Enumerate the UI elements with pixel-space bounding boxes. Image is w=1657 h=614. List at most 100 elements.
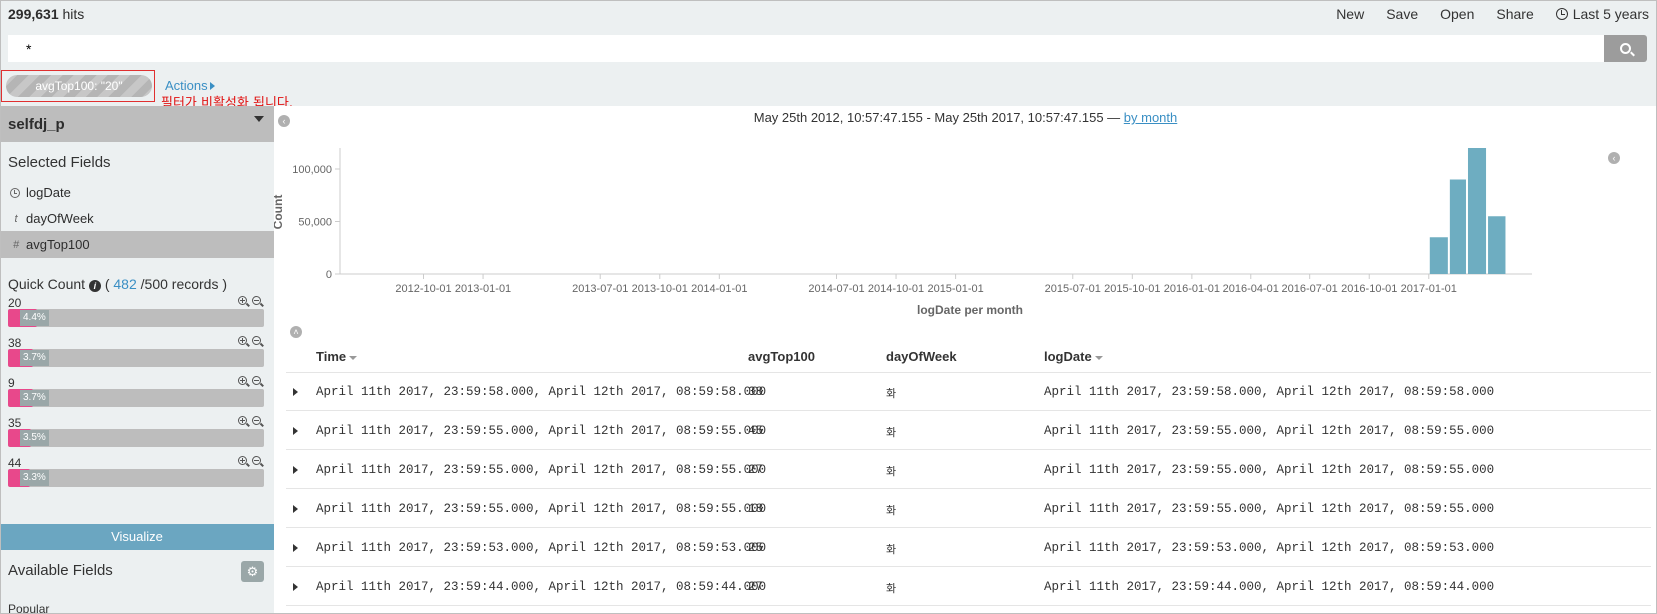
- cell-time: April 11th 2017, 23:59:55.000, April 12t…: [316, 424, 767, 438]
- available-fields-title: Available Fields: [8, 562, 113, 579]
- cell-logdate: April 11th 2017, 23:59:55.000, April 12t…: [1044, 424, 1495, 438]
- table-row[interactable]: April 11th 2017, 23:59:55.000, April 12t…: [286, 451, 1651, 490]
- x-tick-label: 2013-10-01: [632, 283, 688, 295]
- table-row[interactable]: April 11th 2017, 23:59:58.000, April 12t…: [286, 373, 1651, 412]
- interval-link[interactable]: by month: [1124, 110, 1177, 125]
- caret-right-icon: [209, 82, 215, 90]
- zoom-out-icon[interactable]: [252, 456, 264, 468]
- cell-avgtop100: 25: [748, 541, 764, 555]
- cell-logdate: April 11th 2017, 23:59:58.000, April 12t…: [1044, 385, 1495, 399]
- header-time[interactable]: Time: [316, 349, 358, 364]
- value-bar: 3.7%: [8, 349, 264, 367]
- quick-count-item: 35 3.5%: [0, 416, 274, 458]
- visualize-button[interactable]: Visualize: [0, 524, 274, 550]
- value-bar: 3.5%: [8, 429, 264, 447]
- table-row[interactable]: April 11th 2017, 23:59:55.000, April 12t…: [286, 490, 1651, 529]
- selected-field-avgtop100[interactable]: # avgTop100: [0, 231, 274, 258]
- open-button[interactable]: Open: [1440, 6, 1474, 22]
- zoom-in-icon[interactable]: [238, 456, 250, 468]
- histogram-bar: [1467, 148, 1487, 274]
- search-input[interactable]: [8, 35, 1604, 62]
- hits-count: 299,631 hits: [8, 6, 85, 22]
- zoom-out-icon[interactable]: [252, 416, 264, 428]
- sort-icon: [349, 356, 358, 360]
- x-tick-label: 2014-10-01: [868, 283, 924, 295]
- x-tick-label: 2013-01-01: [455, 283, 511, 295]
- info-icon[interactable]: i: [88, 280, 101, 292]
- expand-row-icon[interactable]: [293, 544, 298, 552]
- top-bar: 299,631 hits New Save Open Share Last 5 …: [0, 0, 1657, 30]
- field-settings-button[interactable]: ⚙: [241, 561, 264, 582]
- cell-avgtop100: 18: [748, 502, 764, 516]
- value-label: 44: [8, 456, 22, 470]
- y-tick-label: 100,000: [292, 164, 332, 176]
- header-avgtop100[interactable]: avgTop100: [748, 349, 815, 364]
- x-tick-label: 2016-01-01: [1164, 283, 1220, 295]
- selected-field-dayofweek[interactable]: t dayOfWeek: [0, 205, 274, 232]
- expand-row-icon[interactable]: [293, 505, 298, 513]
- cell-dayofweek: 화: [886, 543, 897, 556]
- value-percent: 3.7%: [20, 350, 49, 366]
- index-selector[interactable]: selfdj_p: [0, 106, 274, 142]
- expand-row-icon[interactable]: [293, 388, 298, 396]
- zoom-out-icon[interactable]: [252, 336, 264, 348]
- zoom-in-icon[interactable]: [238, 376, 250, 388]
- cell-time: April 11th 2017, 23:59:55.000, April 12t…: [316, 502, 767, 516]
- filter-actions-link[interactable]: Actions: [165, 78, 215, 93]
- cell-dayofweek: 화: [886, 504, 897, 517]
- histogram-bar: [1429, 237, 1448, 274]
- time-picker-button[interactable]: Last 5 years: [1555, 6, 1649, 22]
- cell-avgtop100: 45: [748, 424, 764, 438]
- table-row[interactable]: April 11th 2017, 23:59:53.000, April 12t…: [286, 529, 1651, 568]
- value-bar: 3.7%: [8, 389, 264, 407]
- time-picker-label: Last 5 years: [1572, 6, 1649, 22]
- x-tick-label: 2015-07-01: [1045, 283, 1101, 295]
- chevron-down-icon: [254, 116, 264, 122]
- cell-avgtop100: 38: [748, 385, 764, 399]
- header-dayofweek[interactable]: dayOfWeek: [886, 349, 957, 364]
- collapse-histogram-icon[interactable]: ˄: [290, 326, 302, 338]
- expand-row-icon[interactable]: [293, 583, 298, 591]
- y-tick-label: 0: [326, 269, 332, 281]
- quick-count-item: 20 4.4%: [0, 296, 274, 338]
- table-row[interactable]: April 11th 2017, 23:59:55.000, April 12t…: [286, 412, 1651, 451]
- search-button[interactable]: [1604, 35, 1647, 62]
- zoom-in-icon[interactable]: [238, 296, 250, 308]
- x-tick-label: 2016-07-01: [1282, 283, 1338, 295]
- row-divider: [286, 527, 1651, 528]
- save-button[interactable]: Save: [1386, 6, 1418, 22]
- histogram-chart: 0 50,000 100,000 Count 2012-10-01 2013-01-01 2…: [271, 134, 1657, 344]
- table-row[interactable]: April 11th 2017, 23:59:44.000, April 12t…: [286, 568, 1651, 607]
- search-row: [0, 30, 1657, 68]
- new-button[interactable]: New: [1336, 6, 1364, 22]
- x-tick-label: 2015-10-01: [1104, 283, 1160, 295]
- cell-time: April 11th 2017, 23:59:58.000, April 12t…: [316, 385, 767, 399]
- cell-logdate: April 11th 2017, 23:59:55.000, April 12t…: [1044, 502, 1495, 516]
- histogram-svg: 0 50,000 100,000 Count 2012-10-01 2013-01-01 2…: [271, 148, 1532, 317]
- row-divider: [286, 605, 1651, 606]
- selected-field-logdate[interactable]: logDate: [0, 179, 274, 206]
- header-logdate[interactable]: logDate: [1044, 349, 1103, 364]
- cell-time: April 11th 2017, 23:59:53.000, April 12t…: [316, 541, 767, 555]
- zoom-in-icon[interactable]: [238, 416, 250, 428]
- cell-avgtop100: 27: [748, 580, 764, 594]
- expand-row-icon[interactable]: [293, 427, 298, 435]
- zoom-out-icon[interactable]: [252, 376, 264, 388]
- zoom-in-icon[interactable]: [238, 336, 250, 348]
- row-divider: [286, 566, 1651, 567]
- clock-icon: [10, 187, 20, 198]
- value-percent: 3.5%: [20, 430, 49, 446]
- field-name: avgTop100: [26, 237, 90, 252]
- y-tick-label: 50,000: [298, 217, 332, 229]
- sort-icon: [1094, 356, 1103, 360]
- expand-row-icon[interactable]: [293, 466, 298, 474]
- main-content: ‹ May 25th 2012, 10:57:47.155 - May 25th…: [271, 106, 1657, 614]
- value-label: 9: [8, 376, 15, 390]
- x-tick-label: 2016-04-01: [1223, 283, 1279, 295]
- filter-pill[interactable]: avgTop100: "20": [6, 75, 152, 97]
- zoom-out-icon[interactable]: [252, 296, 264, 308]
- index-name: selfdj_p: [8, 116, 65, 133]
- histogram-bar: [1449, 179, 1466, 274]
- share-button[interactable]: Share: [1496, 6, 1533, 22]
- value-percent: 3.3%: [20, 470, 49, 486]
